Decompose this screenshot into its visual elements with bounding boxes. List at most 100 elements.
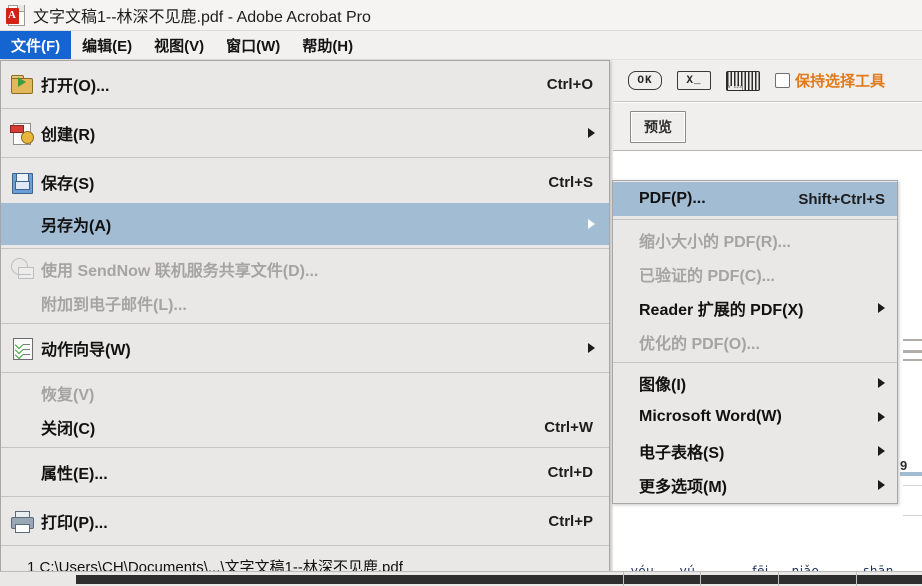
menu-item-open[interactable]: 打开(O)... Ctrl+O [1,63,609,105]
file-menu-dropdown: 打开(O)... Ctrl+O 创建(R) 保存(S) Ctrl+S 另存为(A… [0,60,610,586]
menu-item-label: 关闭(C) [41,421,96,438]
menu-item-accel: Ctrl+W [544,418,593,436]
action-wizard-icon [9,335,35,361]
menu-item-print[interactable]: 打印(P)... Ctrl+P [1,500,609,542]
menu-item-sendnow-share: 使用 SendNow 联机服务共享文件(D)... [1,252,609,286]
submenu-item-microsoft-word[interactable]: Microsoft Word(W) [613,400,897,434]
menu-item-label: 恢复(V) [41,387,95,404]
menu-separator [1,496,609,497]
menu-item-label: 使用 SendNow 联机服务共享文件(D)... [41,263,319,280]
submenu-item-label: 已验证的 PDF(C)... [639,268,775,285]
menu-file[interactable]: 文件(F) [0,31,72,59]
sendnow-globe-mail-icon [9,256,35,282]
menu-bar: 文件(F) 编辑(E) 视图(V) 窗口(W) 帮助(H) [0,31,922,60]
menu-item-icon-placeholder [9,380,35,406]
chevron-right-icon [878,480,885,490]
window-title: 文字文稿1--林深不见鹿.pdf - Adobe Acrobat Pro [33,9,371,26]
pdf-document-icon [6,4,26,26]
menu-item-label: 打印(P)... [41,515,108,532]
menu-item-accel: Ctrl+D [547,463,593,481]
status-divider [623,572,624,586]
save-as-submenu: PDF(P)... Shift+Ctrl+S 缩小大小的 PDF(R)... 已… [612,180,898,504]
text-field-button[interactable]: X_ [677,71,711,90]
menu-separator [1,248,609,249]
menu-separator [1,447,609,448]
menu-edit[interactable]: 编辑(E) [71,31,143,59]
menu-item-label: 打开(O)... [41,78,110,95]
menu-item-save[interactable]: 保存(S) Ctrl+S [1,161,609,203]
submenu-item-label: 图像(I) [639,377,687,394]
doc-fragment [903,485,922,486]
submenu-item-accel: Shift+Ctrl+S [798,190,885,208]
submenu-item-label: 缩小大小的 PDF(R)... [639,234,791,251]
submenu-item-image[interactable]: 图像(I) [613,366,897,400]
create-pdf-icon [9,120,35,146]
title-bar: 文字文稿1--林深不见鹿.pdf - Adobe Acrobat Pro [0,0,922,31]
menu-item-properties[interactable]: 属性(E)... Ctrl+D [1,451,609,493]
forms-toolbar: OK X_ 保持选择工具 [612,60,922,102]
chevron-right-icon [588,343,595,353]
menu-item-create[interactable]: 创建(R) [1,112,609,154]
printer-icon [9,508,35,534]
keep-tool-selected-checkbox[interactable]: 保持选择工具 [775,70,885,91]
menu-view[interactable]: 视图(V) [143,31,215,59]
menu-separator [1,323,609,324]
menu-item-accel: Ctrl+S [548,173,593,191]
submenu-item-label: 优化的 PDF(O)... [639,336,760,353]
submenu-item-certified-pdf: 已验证的 PDF(C)... [613,257,897,291]
menu-item-revert: 恢复(V) [1,376,609,410]
doc-fragment [903,350,922,353]
menu-window[interactable]: 窗口(W) [215,31,291,59]
menu-item-save-as[interactable]: 另存为(A) [1,203,609,245]
submenu-item-optimized-pdf: 优化的 PDF(O)... [613,325,897,359]
save-floppy-icon [9,169,35,195]
preview-button[interactable]: 预览 [630,110,686,143]
menu-item-accel: Ctrl+P [548,512,593,530]
menu-item-label: 另存为(A) [41,218,112,235]
submenu-item-reduced-size-pdf: 缩小大小的 PDF(R)... [613,223,897,257]
menu-item-label: 创建(R) [41,127,96,144]
submenu-item-more-options[interactable]: 更多选项(M) [613,468,897,502]
chevron-right-icon [878,378,885,388]
keep-tool-selected-label: 保持选择工具 [795,73,886,90]
menu-item-icon-placeholder [9,290,35,316]
menu-item-label: 保存(S) [41,176,95,193]
acrobat-window: OK X_ 保持选择工具 预览 9 yóu yú [0,0,922,586]
submenu-item-label: PDF(P)... [639,190,706,207]
submenu-item-label: 更多选项(M) [639,479,727,496]
menu-item-icon-placeholder [9,211,35,237]
horizontal-scrollbar[interactable] [76,575,922,584]
doc-fragment-text: 9 [900,458,908,473]
ok-button[interactable]: OK [628,71,662,90]
menu-item-icon-placeholder [9,414,35,440]
doc-fragment [903,359,922,361]
menu-help[interactable]: 帮助(H) [291,31,364,59]
checkbox-box[interactable] [775,73,790,88]
submenu-separator [613,219,897,220]
menu-item-close[interactable]: 关闭(C) Ctrl+W [1,410,609,444]
menu-separator [1,157,609,158]
barcode-icon[interactable] [726,70,760,91]
menu-separator [1,372,609,373]
submenu-item-pdf[interactable]: PDF(P)... Shift+Ctrl+S [613,182,897,216]
doc-fragment [903,515,922,516]
menu-item-accel: Ctrl+O [546,75,593,93]
doc-fragment [903,339,922,341]
preview-panel: 预览 [612,103,922,151]
submenu-item-spreadsheet[interactable]: 电子表格(S) [613,434,897,468]
submenu-item-label: 电子表格(S) [639,445,725,462]
status-divider [700,572,701,586]
open-folder-icon [9,71,35,97]
status-divider [856,572,857,586]
menu-item-action-wizard[interactable]: 动作向导(W) [1,327,609,369]
menu-separator [1,108,609,109]
menu-separator [1,545,609,546]
chevron-right-icon [878,412,885,422]
doc-fragment-highlight [900,472,922,476]
chevron-right-icon [588,219,595,229]
submenu-item-reader-extended-pdf[interactable]: Reader 扩展的 PDF(X) [613,291,897,325]
menu-item-label: 属性(E)... [41,466,108,483]
menu-item-icon-placeholder [9,459,35,485]
status-bar [0,571,922,586]
chevron-right-icon [878,303,885,313]
